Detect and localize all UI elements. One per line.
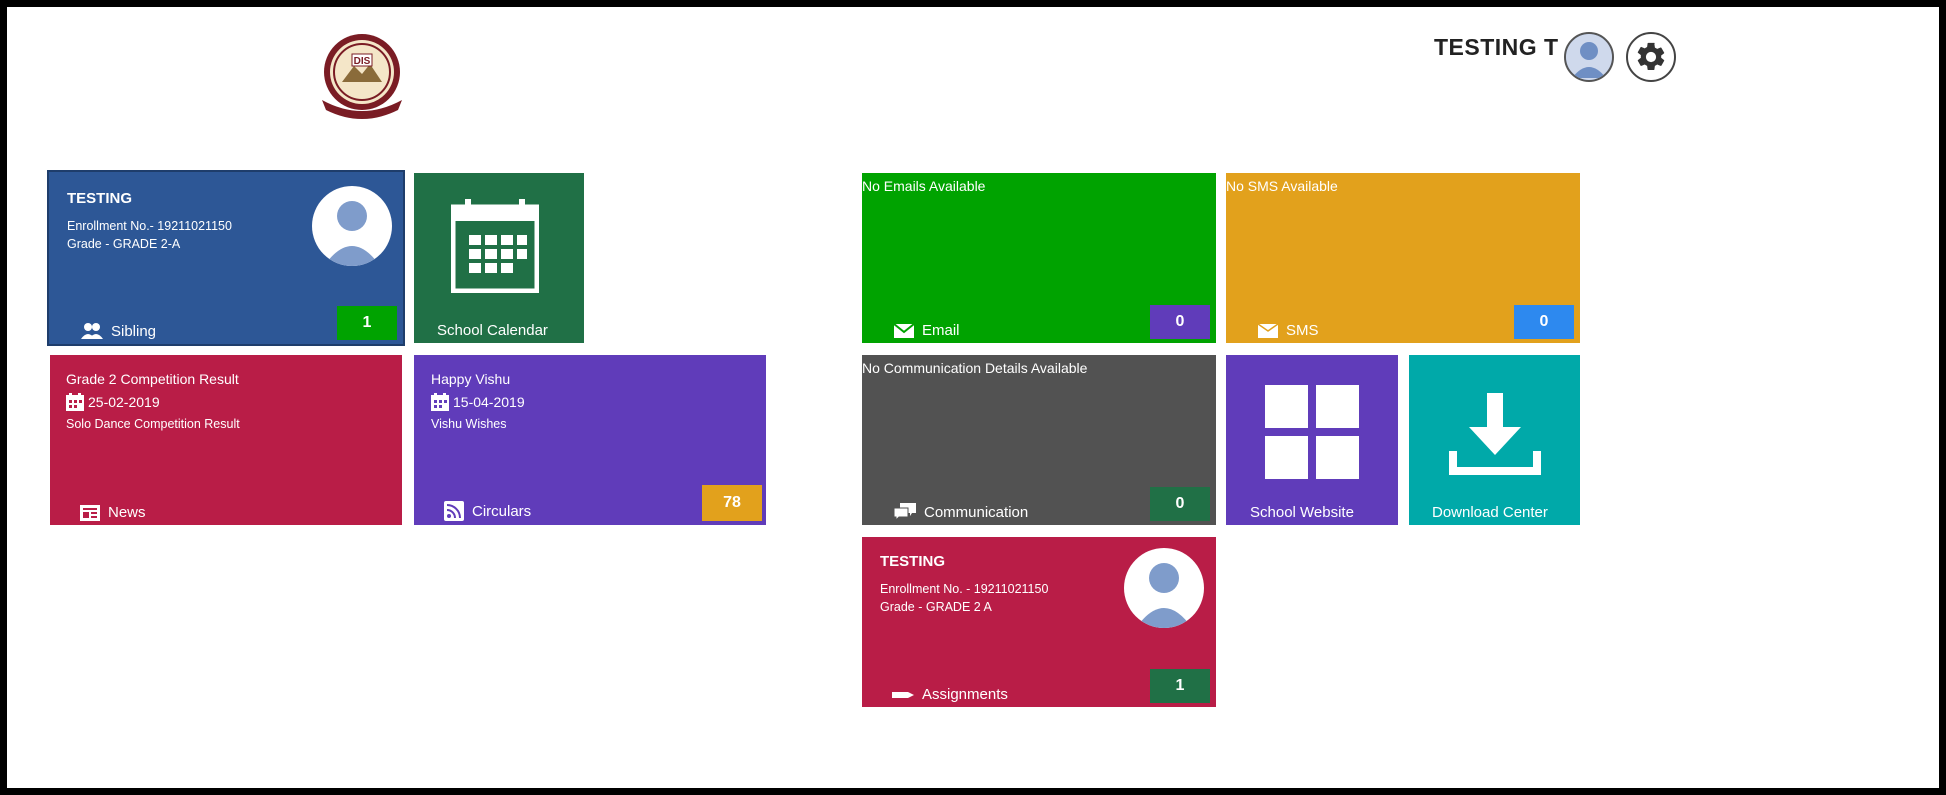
assignments-tile[interactable]: TESTING Enrollment No. - 19211021150 Gra… <box>862 537 1216 707</box>
user-icon <box>1566 34 1612 80</box>
calendar-icon <box>66 393 84 411</box>
circulars-tile[interactable]: Happy Vishu 15-04-2019 Vishu Wishes Circ… <box>414 355 766 525</box>
circulars-label: Circulars <box>472 502 532 520</box>
news-label: News <box>108 504 146 521</box>
assignments-count-badge: 1 <box>1150 669 1210 703</box>
sibling-count-badge: 1 <box>337 306 397 340</box>
communication-label: Communication <box>924 503 1029 521</box>
student-tile[interactable]: TESTING Enrollment No.- 19211021150 Grad… <box>47 170 405 346</box>
news-date-row: 25-02-2019 <box>66 393 240 411</box>
student-enrollment: Enrollment No.- 19211021150 <box>67 219 232 233</box>
rss-icon <box>444 501 464 521</box>
circulars-count-badge: 78 <box>702 485 762 521</box>
sibling-link[interactable]: Sibling <box>81 322 156 340</box>
envelope-icon <box>894 323 914 338</box>
assignments-grade: Grade - GRADE 2 A <box>880 600 992 614</box>
news-desc: Solo Dance Competition Result <box>66 417 240 431</box>
school-website-tile[interactable]: School Website <box>1226 355 1398 525</box>
sibling-label: Sibling <box>111 322 157 340</box>
email-tile[interactable]: No Emails Available Email 0 <box>862 173 1216 343</box>
svg-text:DIS: DIS <box>354 56 371 67</box>
download-center-text: Download Center <box>1432 504 1548 521</box>
user-icon <box>1136 563 1192 628</box>
communication-link[interactable]: Communication <box>894 503 1028 521</box>
assignments-enrollment: Enrollment No. - 19211021150 <box>880 582 1049 596</box>
pencil-icon <box>892 691 914 698</box>
windows-icon <box>1265 385 1359 479</box>
assignments-label: Assignments <box>922 686 1008 703</box>
gear-icon <box>1637 42 1665 71</box>
school-website-label: School Website <box>1250 504 1354 521</box>
users-icon <box>81 323 103 339</box>
communication-tile[interactable]: No Communication Details Available Commu… <box>862 355 1216 525</box>
email-label: Email <box>922 322 960 339</box>
circulars-desc: Vishu Wishes <box>431 417 507 431</box>
student-name: TESTING <box>67 190 133 207</box>
download-icon <box>1449 393 1541 475</box>
student-avatar <box>312 186 392 266</box>
school-calendar-tile[interactable]: School Calendar <box>414 173 584 343</box>
news-tile[interactable]: Grade 2 Competition Result 25-02-2019 So… <box>50 355 402 525</box>
circulars-date-row: 15-04-2019 <box>431 393 525 411</box>
school-calendar-text: School Calendar <box>437 322 548 339</box>
student-grade: Grade - GRADE 2-A <box>67 237 181 251</box>
school-calendar-label: School Calendar <box>437 322 548 339</box>
settings-button[interactable] <box>1626 32 1676 82</box>
sms-note: No SMS Available <box>1226 178 1338 194</box>
newspaper-icon <box>80 504 100 521</box>
news-title: Grade 2 Competition Result <box>66 371 239 387</box>
news-date: 25-02-2019 <box>88 394 160 410</box>
sms-tile[interactable]: No SMS Available SMS 0 <box>1226 173 1580 343</box>
communication-note: No Communication Details Available <box>862 360 1088 376</box>
assignments-student-name: TESTING <box>880 553 946 570</box>
circulars-link[interactable]: Circulars <box>444 501 531 521</box>
message-icon <box>1258 323 1278 338</box>
email-note: No Emails Available <box>862 178 986 194</box>
school-logo[interactable]: DIS <box>312 30 412 124</box>
user-icon <box>324 201 380 266</box>
download-center-tile[interactable]: Download Center <box>1409 355 1580 525</box>
circulars-title: Happy Vishu <box>431 371 511 387</box>
chat-icon <box>894 503 916 521</box>
assignments-link[interactable]: Assignments <box>892 686 1008 703</box>
sms-link[interactable]: SMS <box>1258 322 1319 339</box>
sms-label: SMS <box>1286 322 1319 339</box>
download-center-label: Download Center <box>1432 504 1548 521</box>
news-link[interactable]: News <box>80 504 146 521</box>
circulars-date: 15-04-2019 <box>453 394 525 410</box>
calendar-icon <box>451 199 539 293</box>
calendar-icon <box>431 393 449 411</box>
user-avatar[interactable] <box>1564 32 1614 82</box>
assignments-avatar <box>1124 548 1204 628</box>
email-link[interactable]: Email <box>894 322 960 339</box>
sms-count-badge: 0 <box>1514 305 1574 339</box>
school-website-text: School Website <box>1250 504 1354 521</box>
user-name: TESTING T <box>1434 34 1559 60</box>
communication-count-badge: 0 <box>1150 487 1210 521</box>
email-count-badge: 0 <box>1150 305 1210 339</box>
